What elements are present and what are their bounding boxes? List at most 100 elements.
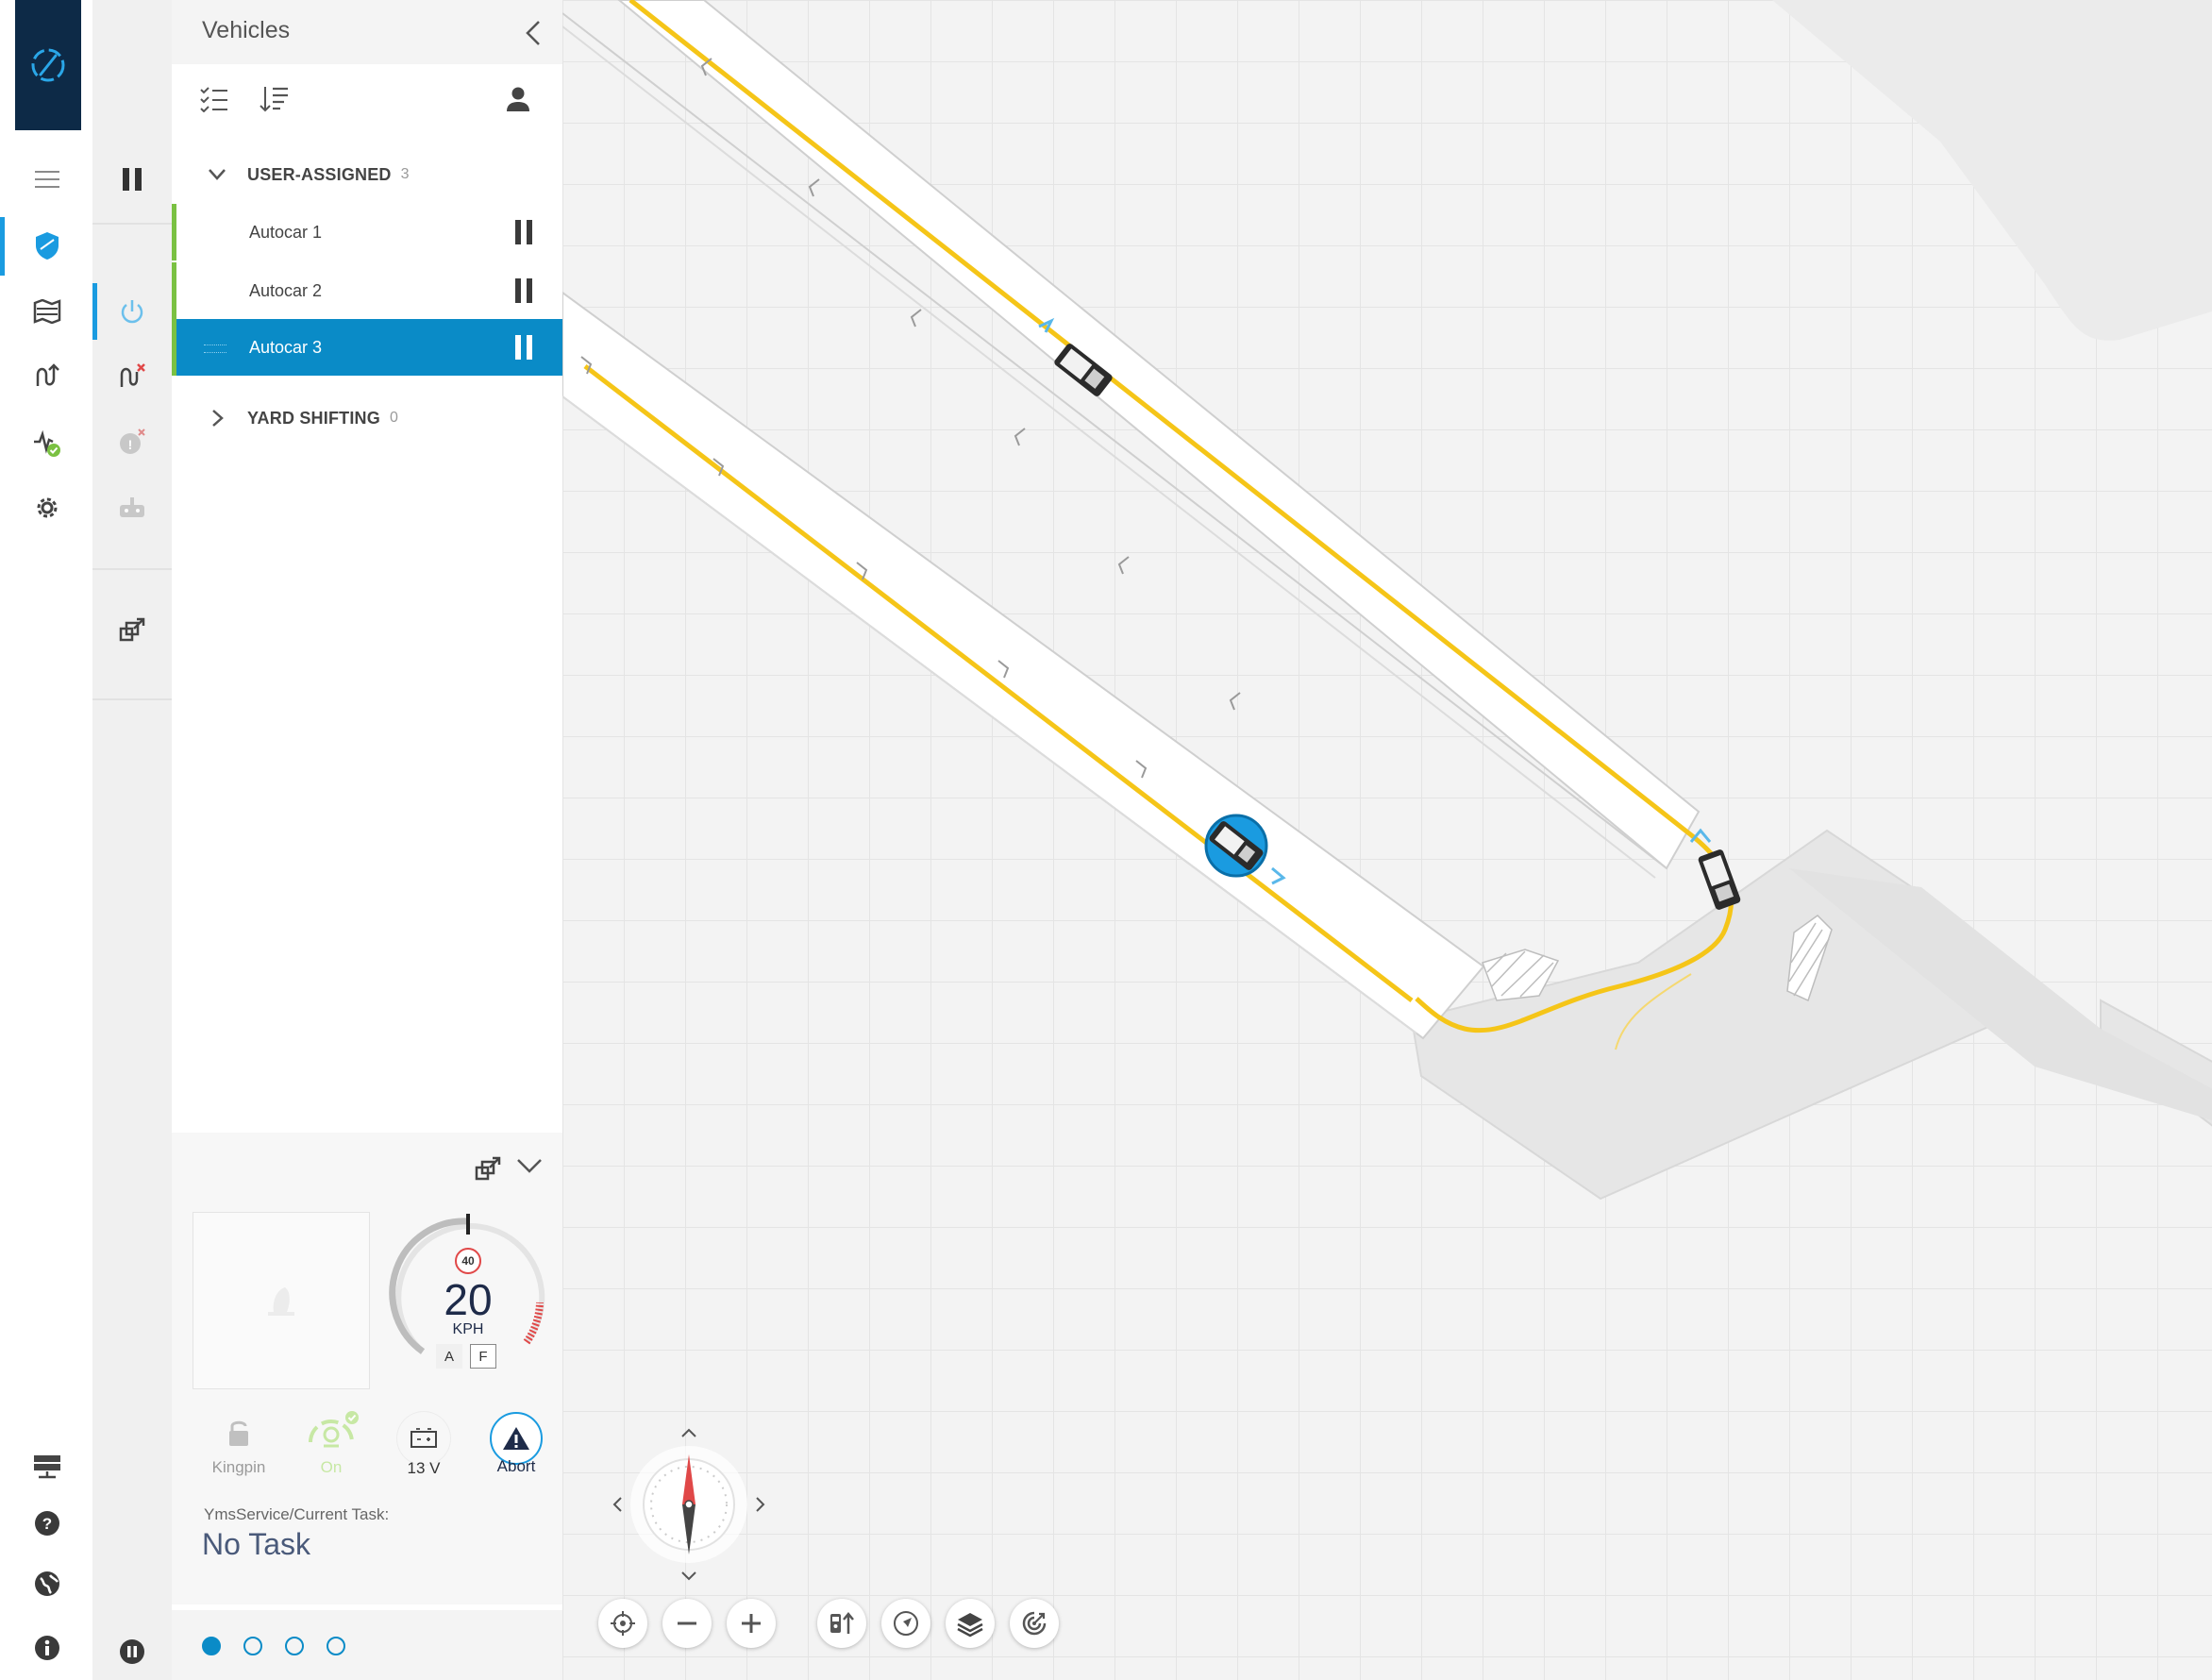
remote-control-icon[interactable] [106,481,159,534]
popout-icon[interactable] [106,604,159,657]
chevron-down-icon[interactable] [506,1142,553,1189]
speed-unit: KPH [452,1321,484,1337]
pan-down-icon[interactable] [676,1563,702,1589]
pan-compass-control [604,1420,774,1589]
zoom-in-button[interactable] [727,1599,776,1648]
collapse-panel-icon[interactable] [510,9,557,57]
svg-text:!: ! [128,437,133,452]
engine-on-icon [309,1411,359,1448]
help-icon[interactable]: ? [21,1497,74,1550]
pager-dot-active[interactable] [202,1637,221,1655]
pause-circle-icon[interactable] [106,1625,159,1678]
zoom-out-icon [678,1621,696,1625]
vehicle-marker-autocar-2[interactable] [1698,848,1742,911]
menu-icon[interactable] [21,153,74,206]
target-button[interactable] [1010,1599,1059,1648]
divider [92,568,172,570]
vehicle-follow-icon [830,1612,854,1634]
divider [92,223,172,225]
zoom-out-button[interactable] [662,1599,712,1648]
pause-all-icon[interactable] [106,153,159,206]
chevron-right-icon [211,409,225,428]
mode-auto: A [436,1344,462,1369]
camera-placeholder-icon [268,1287,294,1316]
layers-icon [957,1613,983,1638]
stat-label: Abort [496,1457,536,1475]
sort-icon[interactable] [251,76,298,123]
assigned-marker [172,204,176,260]
group-count: 0 [389,410,398,426]
stat-voltage: 13 V [381,1412,466,1478]
pager-dot[interactable] [327,1637,345,1655]
locate-button[interactable] [598,1599,647,1648]
vehicle-pause-button[interactable] [511,277,536,305]
panel-title: Vehicles [202,17,291,43]
camera-view [193,1212,370,1389]
assigned-marker [172,262,176,319]
group-user-assigned[interactable]: USER-ASSIGNED 3 [172,147,562,202]
vehicles-panel: Vehicles USER-ASSIGNED 3 Autocar 1 Autoc… [172,0,563,1680]
gear-icon[interactable] [21,481,74,534]
pan-right-icon[interactable] [747,1491,774,1518]
svg-text:?: ? [42,1515,52,1533]
server-icon[interactable] [21,1440,74,1493]
globe-icon[interactable] [21,1557,74,1610]
logo-icon [31,48,65,82]
map-view[interactable] [562,0,2212,1680]
abort-button[interactable]: Abort [474,1412,559,1476]
mode-forward: F [470,1344,496,1369]
vehicle-row-selected[interactable]: Autocar 3 [172,319,562,376]
route-cancel-icon[interactable] [106,349,159,402]
vehicle-row[interactable]: Autocar 2 [172,262,562,319]
compass-needle-icon[interactable] [675,1453,703,1556]
vehicle-row[interactable]: Autocar 1 [172,204,562,260]
fault-cancel-icon[interactable]: ! [106,415,159,468]
vehicle-follow-button[interactable] [817,1599,866,1648]
vehicle-pause-button[interactable] [511,218,536,246]
app-logo[interactable] [15,0,81,130]
target-icon [1022,1611,1047,1636]
power-icon[interactable] [106,285,159,338]
pager-dot[interactable] [243,1637,262,1655]
road [562,291,1485,1040]
vehicle-label: Autocar 1 [249,222,323,242]
current-task-value: No Task [202,1527,311,1561]
navigate-button[interactable] [881,1599,930,1648]
group-label: YARD SHIFTING [247,408,380,428]
route-line [583,364,1414,1002]
shield-icon[interactable] [21,219,74,272]
vehicle-pause-button[interactable] [511,333,536,361]
route-icon[interactable] [21,349,74,402]
drag-handle-icon[interactable] [204,344,226,353]
map-icon[interactable] [21,285,74,338]
battery-icon [397,1412,450,1465]
col2-active-indicator [92,283,97,340]
zoom-in-icon [742,1614,761,1633]
layers-button[interactable] [946,1599,995,1648]
map-canvas [562,0,2212,1201]
popout-icon[interactable] [464,1146,511,1193]
pager-dot[interactable] [285,1637,304,1655]
assigned-marker [172,319,176,376]
locate-icon [611,1611,635,1636]
checklist-icon[interactable] [191,76,238,123]
info-icon[interactable] [21,1621,74,1674]
user-icon[interactable] [494,76,542,123]
divider [92,698,172,700]
left-rail: ? [0,0,93,1680]
group-label: USER-ASSIGNED [247,164,392,184]
rail-active-indicator [0,217,5,276]
stat-label: Kingpin [211,1458,266,1476]
pan-up-icon[interactable] [676,1420,702,1446]
map-zone [1772,0,2212,341]
speed-value: 20 [444,1275,493,1324]
pan-left-icon[interactable] [604,1491,630,1518]
stat-on: On [289,1408,374,1477]
vehicle-label: Autocar 3 [249,337,323,357]
navigate-icon [894,1611,918,1636]
stat-label: On [320,1458,343,1476]
vehicle-label: Autocar 2 [249,280,323,300]
chevron-down-icon [208,168,226,181]
health-check-icon[interactable] [21,417,74,470]
group-yard-shifting[interactable]: YARD SHIFTING 0 [172,391,562,445]
